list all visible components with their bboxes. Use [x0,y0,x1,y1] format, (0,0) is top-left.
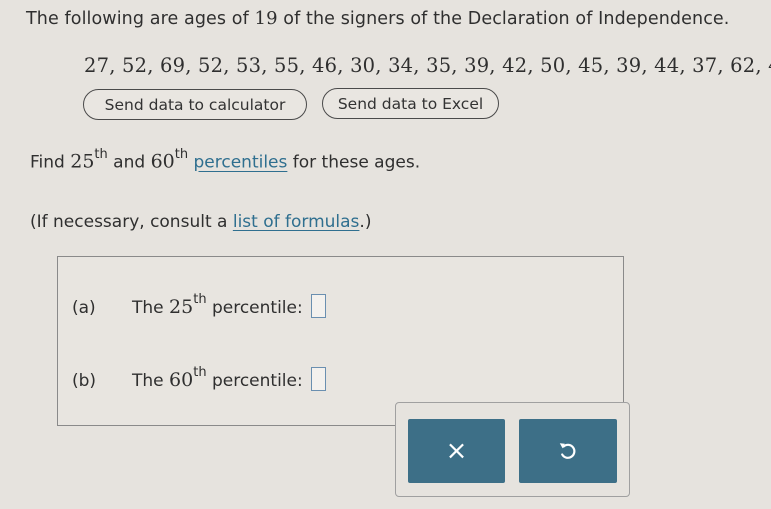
consult-formulas-text: (If necessary, consult a list of formula… [30,212,371,232]
question-tail-label: for these ages. [287,152,421,173]
question-find-label: Find [30,152,71,173]
send-to-calculator-button[interactable]: Send data to calculator [83,89,307,120]
percentile-25-suffix: th [94,147,108,162]
answer-b-letter: (b) [72,371,97,391]
intro-text-after: of the signers of the Declaration of Ind… [277,9,730,29]
answer-row-a: (a) The 25th percentile: [72,292,326,318]
problem-intro: The following are ages of 19 of the sign… [26,8,729,29]
percentile-25-input[interactable] [310,294,326,318]
percentile-25-number: 25 [70,150,95,173]
percentile-60-input[interactable] [310,367,326,391]
answer-a-suffix: th [193,292,207,308]
undo-icon [559,443,576,459]
answer-a-letter: (a) [72,298,96,318]
answer-a-prefix: The [132,298,170,318]
list-of-formulas-link[interactable]: list of formulas [233,212,360,232]
signer-count: 19 [254,8,278,29]
answer-a-number: 25 [169,296,194,318]
percentile-60-suffix: th [174,147,189,162]
answer-b-number: 60 [169,369,194,391]
close-icon: × [445,436,468,466]
question-and-label: and [107,152,151,173]
answer-a-label: percentile: [206,298,303,318]
question-text: Find 25th and 60th percentiles for these… [30,147,421,173]
consult-before-label: (If necessary, consult a [30,212,233,232]
answer-b-label: percentile: [206,371,303,391]
undo-button[interactable] [519,419,617,483]
answer-row-b: (b) The 60th percentile: [72,365,326,391]
answer-b-suffix: th [193,365,207,381]
intro-text-before: The following are ages of [26,9,255,29]
percentiles-link[interactable]: percentiles [194,153,288,173]
answer-b-prefix: The [132,371,170,391]
answer-panel [57,256,624,426]
ages-data-list: 27, 52, 69, 52, 53, 55, 46, 30, 34, 35, … [84,54,771,77]
consult-after-label: .) [359,212,372,232]
percentile-60-number: 60 [150,150,175,173]
send-to-excel-button[interactable]: Send data to Excel [322,88,499,119]
clear-button[interactable]: × [408,419,505,483]
